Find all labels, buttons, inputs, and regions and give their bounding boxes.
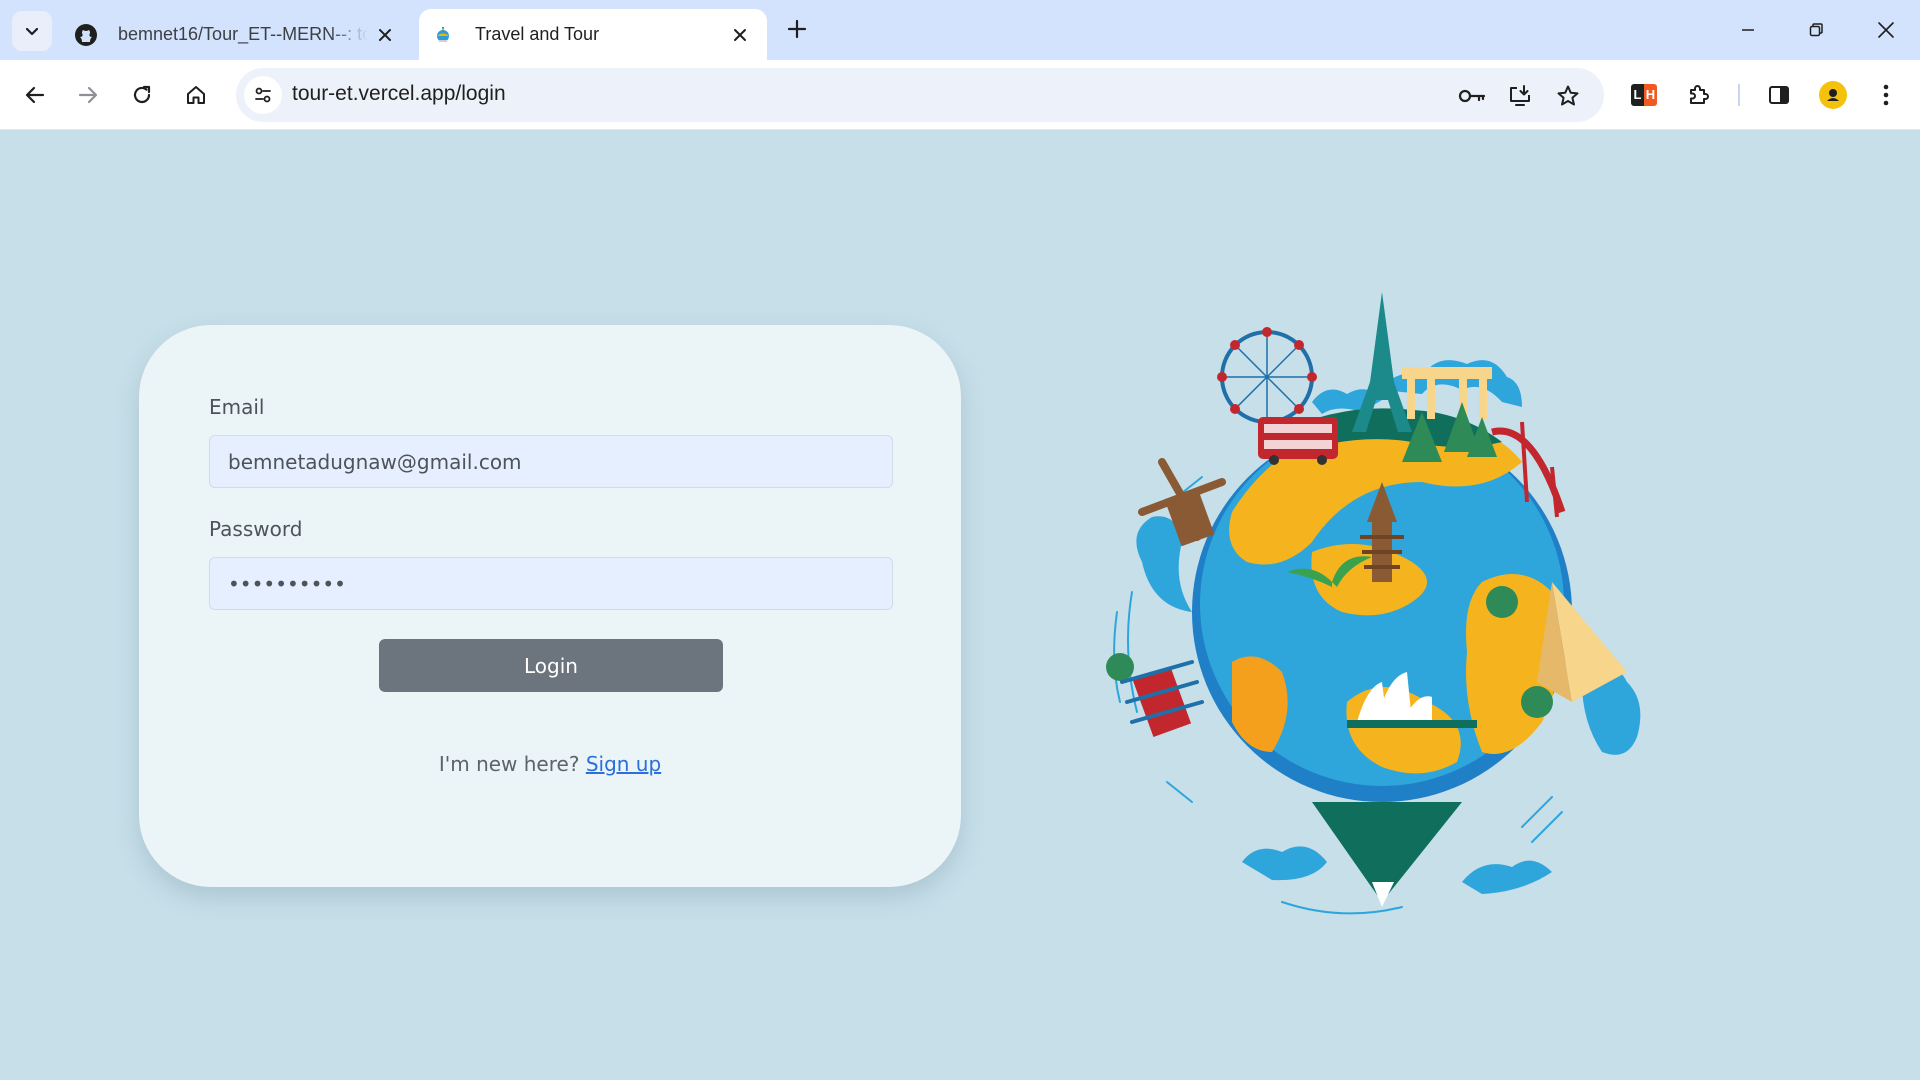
reload-icon [133,85,151,104]
close-tab-icon[interactable] [372,22,398,48]
home-button[interactable] [176,75,216,115]
profile-button[interactable] [1813,75,1853,115]
email-label: Email [209,395,265,419]
password-key-button[interactable] [1454,78,1490,114]
chevron-down-icon [25,27,39,36]
extensions-button[interactable] [1679,75,1719,115]
tab-title: bemnet16/Tour_ET--MERN--: tour [118,24,368,44]
tab-travel-and-tour[interactable]: Travel and Tour [419,9,767,60]
address-bar[interactable]: tour-et.vercel.app/login [236,68,1604,122]
tab-title: Travel and Tour [475,24,600,44]
star-icon [1557,85,1579,106]
password-field[interactable] [209,557,893,610]
home-icon [187,86,205,104]
toolbar-divider [1738,84,1740,106]
login-card: Email Password Login I'm new here? Sign … [139,325,961,887]
profile-avatar-icon [1819,81,1847,109]
github-icon [74,23,98,47]
install-app-icon [1510,85,1530,106]
browser-menu-button[interactable] [1866,75,1906,115]
signup-prompt: I'm new here? Sign up [139,752,961,776]
signup-link[interactable]: Sign up [586,752,661,776]
arrow-left-icon [25,86,45,104]
forward-button[interactable] [68,75,108,115]
signup-prompt-text: I'm new here? [438,752,580,776]
lighthouse-icon: LH [1631,84,1657,106]
site-info-button[interactable] [244,76,282,114]
install-app-button[interactable] [1502,78,1538,114]
back-button[interactable] [15,75,55,115]
side-panel-button[interactable] [1759,75,1799,115]
login-button[interactable]: Login [379,639,723,692]
travel-site-icon [431,23,455,47]
tune-icon [255,87,271,103]
reload-button[interactable] [122,75,162,115]
close-window-button[interactable] [1866,10,1906,50]
minimize-icon [1742,29,1754,31]
minimize-button[interactable] [1728,10,1768,50]
bookmark-star-button[interactable] [1550,78,1586,114]
password-label: Password [209,517,303,541]
puzzle-icon [1690,85,1709,104]
url-text[interactable]: tour-et.vercel.app/login [292,82,506,106]
close-icon [1878,22,1894,38]
kebab-menu-icon [1883,84,1889,106]
plus-icon [787,19,807,39]
side-panel-icon [1769,86,1789,104]
restore-icon [1809,23,1823,37]
globe-travel-illustration [1106,292,1641,915]
lighthouse-extension-button[interactable]: LH [1624,75,1664,115]
tab-search-button[interactable] [12,11,52,51]
new-tab-button[interactable] [780,12,814,46]
close-tab-icon[interactable] [727,22,753,48]
tab-strip: bemnet16/Tour_ET--MERN--: tour Travel an… [0,0,1920,60]
page-content: Email Password Login I'm new here? Sign … [0,130,1920,1080]
browser-toolbar: tour-et.vercel.app/login LH [0,60,1920,130]
key-icon [1458,89,1486,103]
email-field[interactable] [209,435,893,488]
tab-github[interactable]: bemnet16/Tour_ET--MERN--: tour [62,9,412,60]
arrow-right-icon [78,86,98,104]
restore-button[interactable] [1796,10,1836,50]
